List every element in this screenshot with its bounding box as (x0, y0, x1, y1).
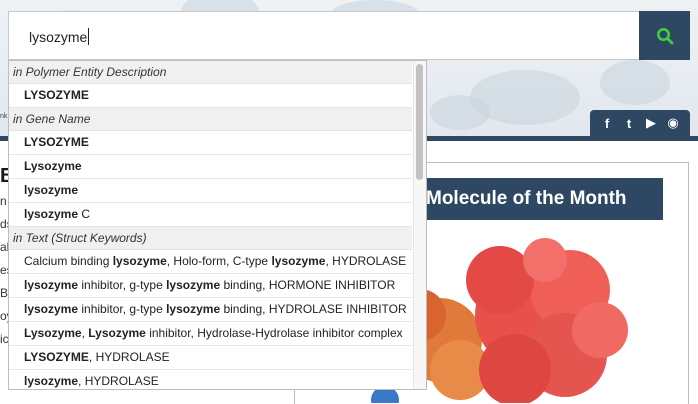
suggestion-text: , Holo-form, C-type (166, 254, 272, 268)
suggestion-match-text: lysozyme (112, 254, 167, 268)
suggestion-item[interactable]: lysozyme inhibitor, g-type lysozyme bind… (9, 274, 412, 298)
suggestion-text: Calcium binding (24, 254, 113, 268)
twitter-icon[interactable]: t (620, 114, 638, 132)
suggestion-match-text: lysozyme (24, 278, 79, 292)
side-link-fragment[interactable]: nk (0, 113, 7, 120)
search-button[interactable] (639, 11, 690, 60)
suggestion-item[interactable]: LYSOZYME, HYDROLASE (9, 346, 412, 370)
suggestion-text: C (78, 207, 91, 221)
search-input[interactable] (29, 26, 619, 48)
suggestion-match-text: lysozyme (24, 374, 79, 388)
social-links: f t ▶ ◉ (590, 110, 690, 136)
dropdown-scrollbar-thumb[interactable] (416, 64, 423, 180)
autocomplete-dropdown: in Polymer Entity Description LYSOZYME in … (8, 60, 427, 390)
suggestion-match-text: lysozyme (24, 302, 79, 316)
suggestion-group-header: in Gene Name (9, 108, 412, 131)
molecule-red-domain (466, 238, 628, 403)
suggestion-item[interactable]: LYSOZYME (9, 131, 412, 155)
suggestion-match-text: LYSOZYME (24, 88, 89, 102)
suggestion-match-text: lysozyme (24, 183, 79, 197)
suggestion-item[interactable]: lysozyme, HYDROLASE (9, 370, 412, 389)
suggestion-item[interactable]: Lysozyme, Lysozyme inhibitor, Hydrolase-… (9, 322, 412, 346)
github-icon[interactable]: ◉ (664, 114, 682, 132)
suggestion-match-text: Lysozyme (88, 326, 146, 340)
suggestion-item[interactable]: lysozyme C (9, 203, 412, 227)
suggestion-list: in Polymer Entity Description LYSOZYME in … (9, 61, 412, 389)
suggestion-text: binding, HYDROLASE INHIBITOR (220, 302, 407, 316)
suggestion-item[interactable]: Calcium binding lysozyme, Holo-form, C-t… (9, 250, 412, 274)
search-box (8, 11, 639, 60)
suggestion-text: , HYDROLASE (325, 254, 407, 268)
suggestion-match-text: lysozyme (24, 207, 79, 221)
suggestion-text: inhibitor, g-type (78, 302, 167, 316)
suggestion-item[interactable]: lysozyme (9, 179, 412, 203)
suggestion-match-text: Lysozyme (24, 159, 82, 173)
suggestion-match-text: LYSOZYME (24, 350, 89, 364)
suggestion-group-header: in Text (Struct Keywords) (9, 227, 412, 250)
suggestion-text: inhibitor, Hydrolase-Hydrolase inhibitor… (145, 326, 403, 340)
search-icon (656, 27, 673, 44)
facebook-icon[interactable]: f (598, 114, 616, 132)
suggestion-text: , HYDROLASE (78, 374, 159, 388)
suggestion-text: inhibitor, g-type (78, 278, 167, 292)
suggestion-text: , HYDROLASE (88, 350, 170, 364)
suggestion-item[interactable]: Lysozyme (9, 155, 412, 179)
text-caret (88, 28, 90, 45)
suggestion-group-header: in Polymer Entity Description (9, 61, 412, 84)
suggestion-text: binding, HORMONE INHIBITOR (220, 278, 396, 292)
youtube-icon[interactable]: ▶ (642, 114, 660, 132)
suggestion-match-text: Lysozyme (24, 326, 82, 340)
suggestion-match-text: lysozyme (166, 278, 221, 292)
suggestion-match-text: lysozyme (166, 302, 221, 316)
suggestion-match-text: lysozyme (271, 254, 326, 268)
suggestion-item[interactable]: lysozyme inhibitor, g-type lysozyme bind… (9, 298, 412, 322)
suggestion-match-text: LYSOZYME (24, 135, 89, 149)
suggestion-item[interactable]: LYSOZYME (9, 84, 412, 108)
